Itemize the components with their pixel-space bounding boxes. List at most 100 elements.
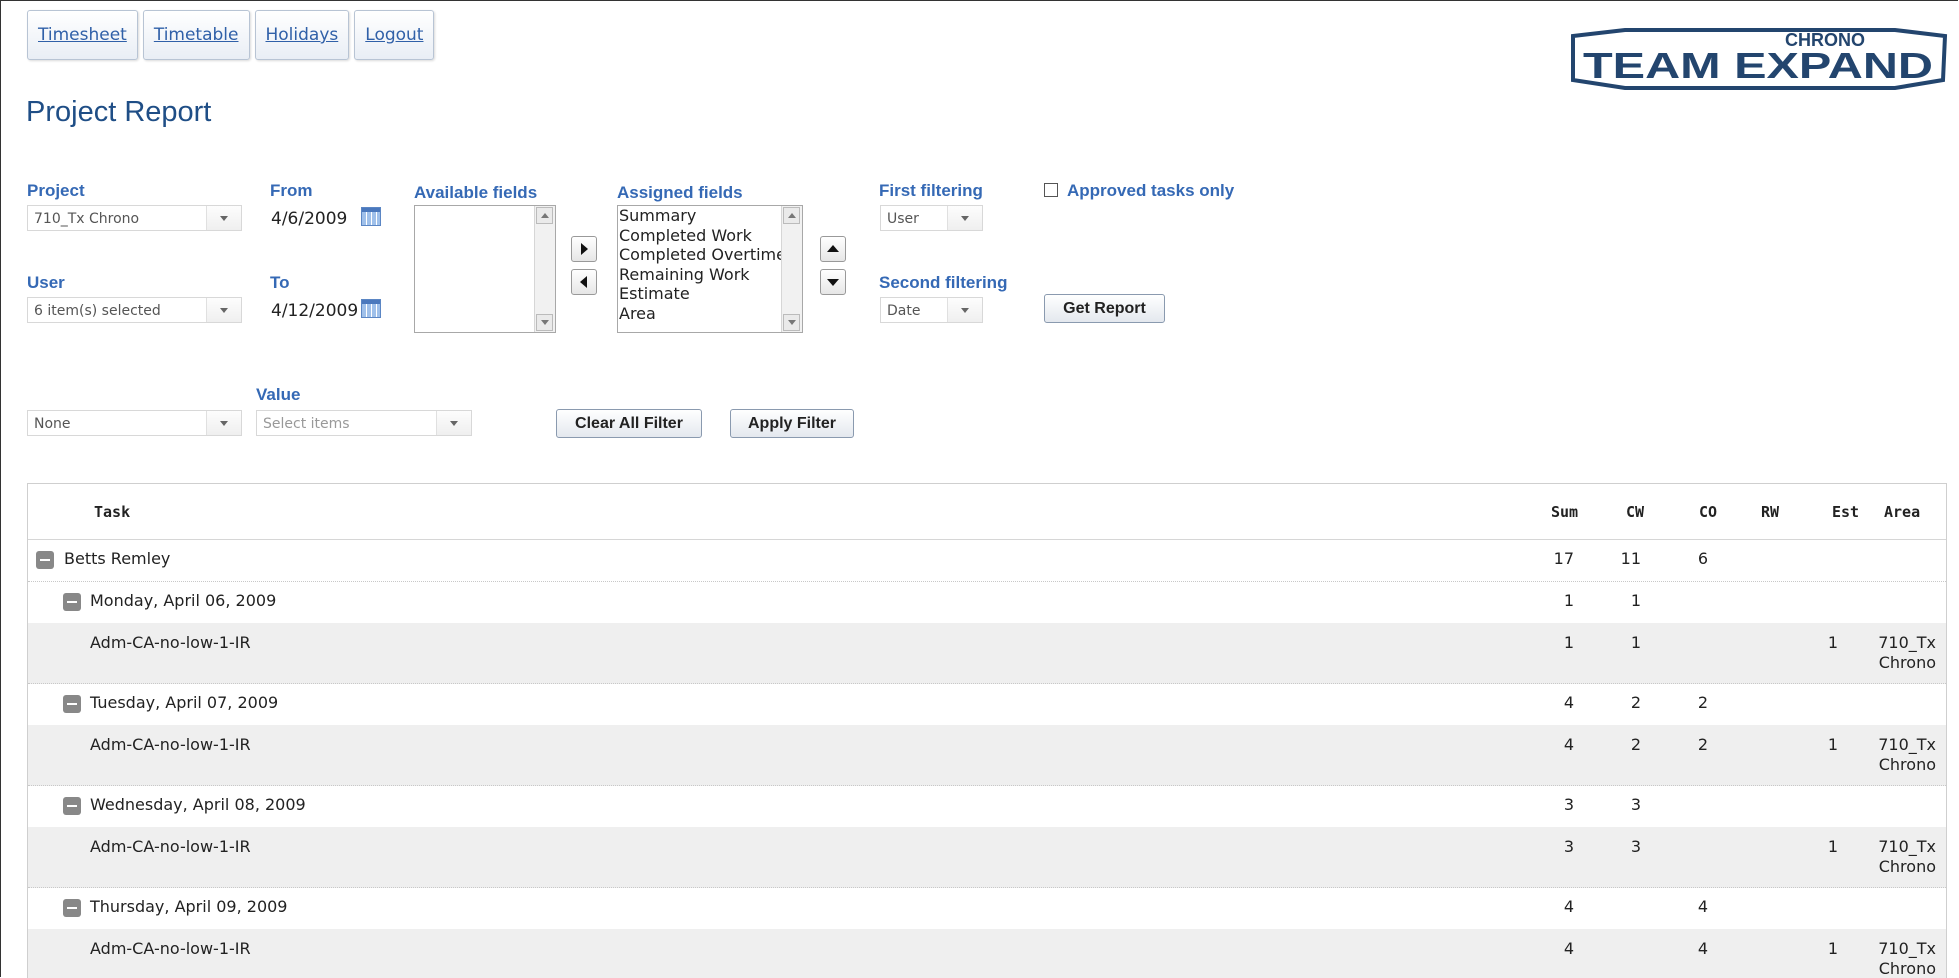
to-date-field[interactable]: 4/12/2009 <box>271 301 358 321</box>
est-cell: 1 <box>1827 633 1838 652</box>
from-label: From <box>270 181 313 200</box>
collapse-icon[interactable] <box>63 899 81 917</box>
page-title: Project Report <box>26 96 212 128</box>
cw-cell: 1 <box>1630 591 1641 610</box>
value-label: Value <box>256 385 301 404</box>
task-row[interactable]: Adm-CA-no-low-1-IR 4 2 2 1 710_Tx Chrono <box>28 725 1946 786</box>
assigned-field-item[interactable]: Completed Overtime <box>619 245 782 265</box>
collapse-icon[interactable] <box>63 593 81 611</box>
area-cell-line: 710_Tx <box>1878 939 1936 958</box>
scroll-down-icon[interactable] <box>536 314 553 331</box>
nav-logout[interactable]: Logout <box>354 10 435 60</box>
task-cell: Wednesday, April 08, 2009 <box>90 795 306 814</box>
collapse-icon[interactable] <box>36 551 54 569</box>
nav-timesheet[interactable]: Timesheet <box>27 10 138 60</box>
assigned-fields-list[interactable]: Summary Completed Work Completed Overtim… <box>617 205 803 333</box>
chevron-down-icon[interactable] <box>206 206 241 230</box>
assigned-field-item[interactable]: Remaining Work <box>619 265 782 285</box>
est-cell: 1 <box>1827 735 1838 754</box>
user-select-value: 6 item(s) selected <box>34 303 161 319</box>
task-cell: Adm-CA-no-low-1-IR <box>90 837 251 856</box>
column-header-task[interactable]: Task <box>94 503 130 521</box>
sum-cell: 1 <box>1563 591 1574 610</box>
nav-timetable[interactable]: Timetable <box>142 10 250 60</box>
filter-field-select[interactable]: None <box>27 410 242 436</box>
assigned-field-item[interactable]: Estimate <box>619 284 782 304</box>
value-select[interactable]: Select items <box>256 410 472 436</box>
chevron-down-icon[interactable] <box>947 206 982 230</box>
approved-tasks-label: Approved tasks only <box>1067 181 1235 200</box>
task-cell: Betts Remley <box>64 549 171 568</box>
first-filtering-value: User <box>887 211 919 227</box>
area-cell-line: Chrono <box>1878 959 1936 978</box>
column-header-cw[interactable]: CW <box>1626 503 1644 521</box>
scroll-down-icon[interactable] <box>783 314 800 331</box>
assigned-field-item[interactable]: Area <box>619 304 782 324</box>
get-report-button[interactable]: Get Report <box>1044 294 1165 323</box>
task-row[interactable]: Adm-CA-no-low-1-IR 1 1 1 710_Tx Chrono <box>28 623 1946 684</box>
move-up-button[interactable] <box>820 236 846 262</box>
scroll-up-icon[interactable] <box>536 207 553 224</box>
project-select[interactable]: 710_Tx Chrono <box>27 205 242 231</box>
scrollbar[interactable] <box>534 206 555 332</box>
sum-cell: 4 <box>1563 735 1574 754</box>
column-header-est[interactable]: Est <box>1832 503 1859 521</box>
area-cell-line: Chrono <box>1878 857 1936 876</box>
approved-tasks-checkbox[interactable] <box>1044 183 1058 197</box>
add-field-button[interactable] <box>571 236 597 262</box>
move-down-button[interactable] <box>820 269 846 295</box>
chevron-down-icon[interactable] <box>206 411 241 435</box>
chevron-down-icon[interactable] <box>947 298 982 322</box>
scrollbar[interactable] <box>781 206 802 332</box>
grid-header: Task Sum CW CO RW Est Area <box>28 484 1946 540</box>
scroll-up-icon[interactable] <box>783 207 800 224</box>
value-select-placeholder: Select items <box>263 416 350 432</box>
collapse-icon[interactable] <box>63 695 81 713</box>
date-group-row[interactable]: Wednesday, April 08, 2009 3 3 <box>28 785 1946 828</box>
second-filtering-value: Date <box>887 303 921 319</box>
task-cell: Tuesday, April 07, 2009 <box>90 693 279 712</box>
assigned-field-item[interactable]: Completed Work <box>619 226 782 246</box>
task-row[interactable]: Adm-CA-no-low-1-IR 3 3 1 710_Tx Chrono <box>28 827 1946 888</box>
second-filtering-select[interactable]: Date <box>880 297 983 323</box>
assigned-fields-items: Summary Completed Work Completed Overtim… <box>618 206 782 323</box>
date-group-row[interactable]: Tuesday, April 07, 2009 4 2 2 <box>28 683 1946 726</box>
column-header-sum[interactable]: Sum <box>1551 503 1578 521</box>
user-group-row[interactable]: Betts Remley 17 11 6 <box>28 539 1946 582</box>
project-label: Project <box>27 181 85 200</box>
assigned-field-item[interactable]: Summary <box>619 206 782 226</box>
date-group-row[interactable]: Thursday, April 09, 2009 4 4 <box>28 887 1946 930</box>
area-cell-line: 710_Tx <box>1878 837 1936 856</box>
apply-filter-button[interactable]: Apply Filter <box>730 409 854 438</box>
chevron-down-icon[interactable] <box>206 298 241 322</box>
column-header-rw[interactable]: RW <box>1761 503 1779 521</box>
date-group-row[interactable]: Monday, April 06, 2009 1 1 <box>28 581 1946 624</box>
first-filtering-label: First filtering <box>879 181 983 200</box>
first-filtering-select[interactable]: User <box>880 205 983 231</box>
logo-main-text: TEAM EXPAND <box>1583 45 1933 86</box>
user-select[interactable]: 6 item(s) selected <box>27 297 242 323</box>
collapse-icon[interactable] <box>63 797 81 815</box>
available-fields-label: Available fields <box>414 183 538 202</box>
area-cell-line: Chrono <box>1878 755 1936 774</box>
co-cell: 6 <box>1697 549 1708 568</box>
available-fields-list[interactable] <box>414 205 556 333</box>
chevron-down-icon[interactable] <box>436 411 471 435</box>
from-date-field[interactable]: 4/6/2009 <box>271 209 347 229</box>
sum-cell: 4 <box>1563 897 1574 916</box>
column-header-area[interactable]: Area <box>1884 503 1920 521</box>
arrow-left-icon <box>580 276 587 288</box>
clear-all-filter-button[interactable]: Clear All Filter <box>556 409 702 438</box>
sum-cell: 4 <box>1563 939 1574 958</box>
project-select-value: 710_Tx Chrono <box>34 211 140 227</box>
task-row[interactable]: Adm-CA-no-low-1-IR 4 4 1 710_Tx Chrono <box>28 929 1946 978</box>
co-cell: 4 <box>1697 897 1708 916</box>
top-nav: Timesheet Timetable Holidays Logout <box>27 10 435 60</box>
cw-cell: 2 <box>1630 735 1641 754</box>
calendar-icon[interactable] <box>361 207 381 226</box>
nav-holidays[interactable]: Holidays <box>254 10 350 60</box>
column-header-co[interactable]: CO <box>1699 503 1717 521</box>
area-cell: 710_Tx Chrono <box>1878 633 1936 673</box>
calendar-icon[interactable] <box>361 299 381 318</box>
remove-field-button[interactable] <box>571 269 597 295</box>
